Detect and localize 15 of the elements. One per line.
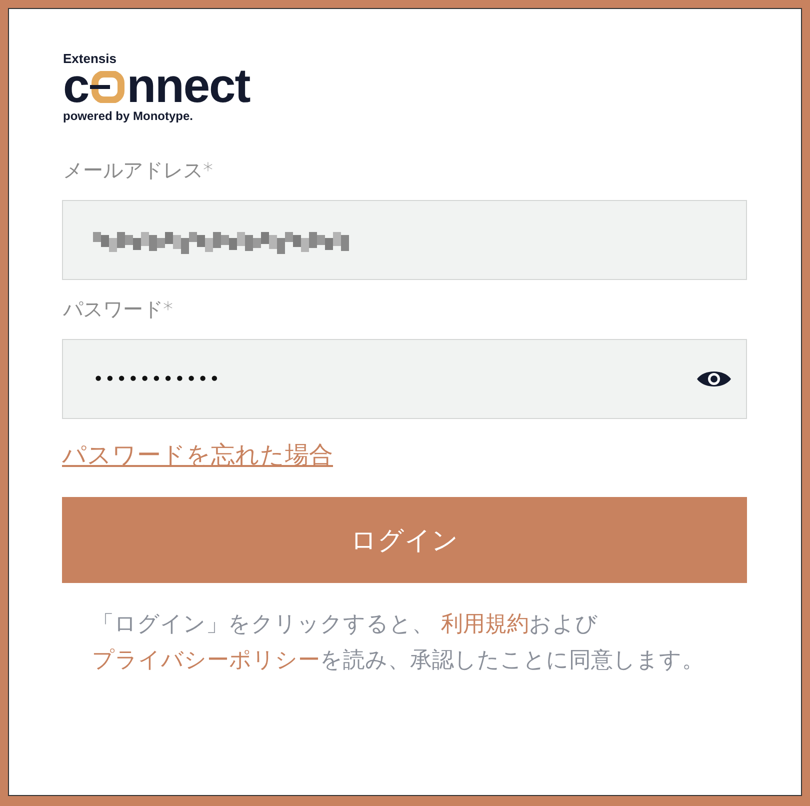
logo-wordmark-end: nnect [126, 67, 250, 107]
password-value: ••••••••••• [93, 368, 221, 390]
password-label: パスワード* [63, 296, 174, 323]
policy-link[interactable]: 利用規約 [441, 612, 529, 637]
logo-tagline: powered by Monotype. [63, 109, 194, 123]
email-label: メールアドレス* [63, 157, 214, 184]
logo-brand: Extensis [63, 51, 118, 67]
email-field[interactable] [62, 200, 747, 280]
ring-icon [90, 71, 126, 103]
logo-wordmark-start: c [63, 67, 89, 107]
terms-notice: 「ログイン」をクリックすると、 利用規約および プライバシーポリシー を読み、承認したことに同意します。 [92, 611, 705, 675]
forgot-password-link[interactable]: パスワードを忘れた場合 [62, 439, 333, 471]
login-button[interactable]: ログイン [62, 497, 747, 583]
policy-link[interactable]: プライバシーポリシー [92, 648, 320, 673]
password-field[interactable]: ••••••••••• [62, 339, 747, 419]
